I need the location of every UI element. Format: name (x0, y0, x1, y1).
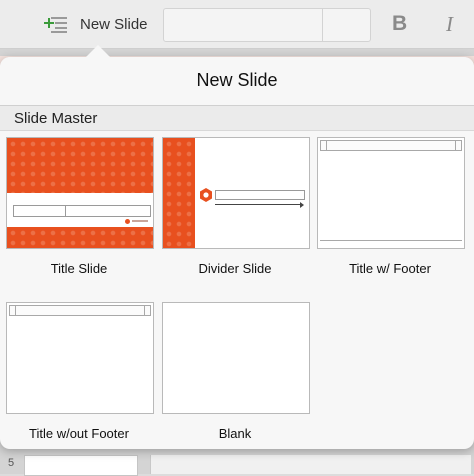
logo-text-mark (132, 220, 148, 222)
divider-title-placeholder (215, 190, 305, 200)
slide-thumbnail[interactable] (24, 455, 138, 476)
accent-pattern-top (7, 138, 153, 193)
section-header: Slide Master (0, 106, 474, 131)
font-selector[interactable] (163, 8, 371, 42)
layout-label-divider-slide: Divider Slide (198, 261, 272, 276)
layout-blank[interactable] (162, 302, 310, 414)
popover-title: New Slide (196, 70, 278, 90)
divider-rule (215, 204, 301, 205)
accent-pattern-side (163, 138, 195, 248)
thumbnail-number: 5 (8, 457, 15, 469)
divider-hex-icon (200, 188, 212, 202)
layout-title-slide[interactable] (6, 137, 154, 249)
title-bar (320, 140, 462, 151)
layout-title-footer[interactable] (317, 137, 465, 249)
popover-arrow (86, 45, 110, 57)
toolbar: New Slide B I (0, 0, 474, 49)
bold-button[interactable]: B (392, 12, 407, 36)
title-placeholder (13, 205, 69, 217)
divider-arrow-icon (300, 202, 304, 208)
title-bar (9, 305, 151, 316)
slide-editor-area (150, 455, 471, 474)
new-slide-popover: New Slide Slide Master Title Slide Divid… (0, 57, 474, 449)
new-slide-icon (44, 17, 67, 33)
layout-label-title-slide: Title Slide (50, 261, 108, 276)
layout-label-blank: Blank (218, 426, 252, 441)
accent-pattern-bottom (7, 227, 153, 248)
layout-title-no-footer[interactable] (6, 302, 154, 414)
popover-header: New Slide (0, 57, 474, 106)
font-size-divider (322, 9, 323, 41)
section-label-slide-master: Slide Master (14, 110, 98, 127)
layout-label-title-footer: Title w/ Footer (349, 261, 431, 276)
new-slide-label: New Slide (80, 15, 148, 33)
subtitle-placeholder (65, 205, 151, 217)
logo-dot (125, 219, 130, 224)
new-slide-button[interactable]: New Slide (44, 12, 148, 36)
footer-line (320, 240, 462, 241)
italic-button[interactable]: I (446, 12, 453, 37)
layout-divider-slide[interactable] (162, 137, 310, 249)
layout-label-title-no-footer: Title w/out Footer (29, 426, 129, 441)
